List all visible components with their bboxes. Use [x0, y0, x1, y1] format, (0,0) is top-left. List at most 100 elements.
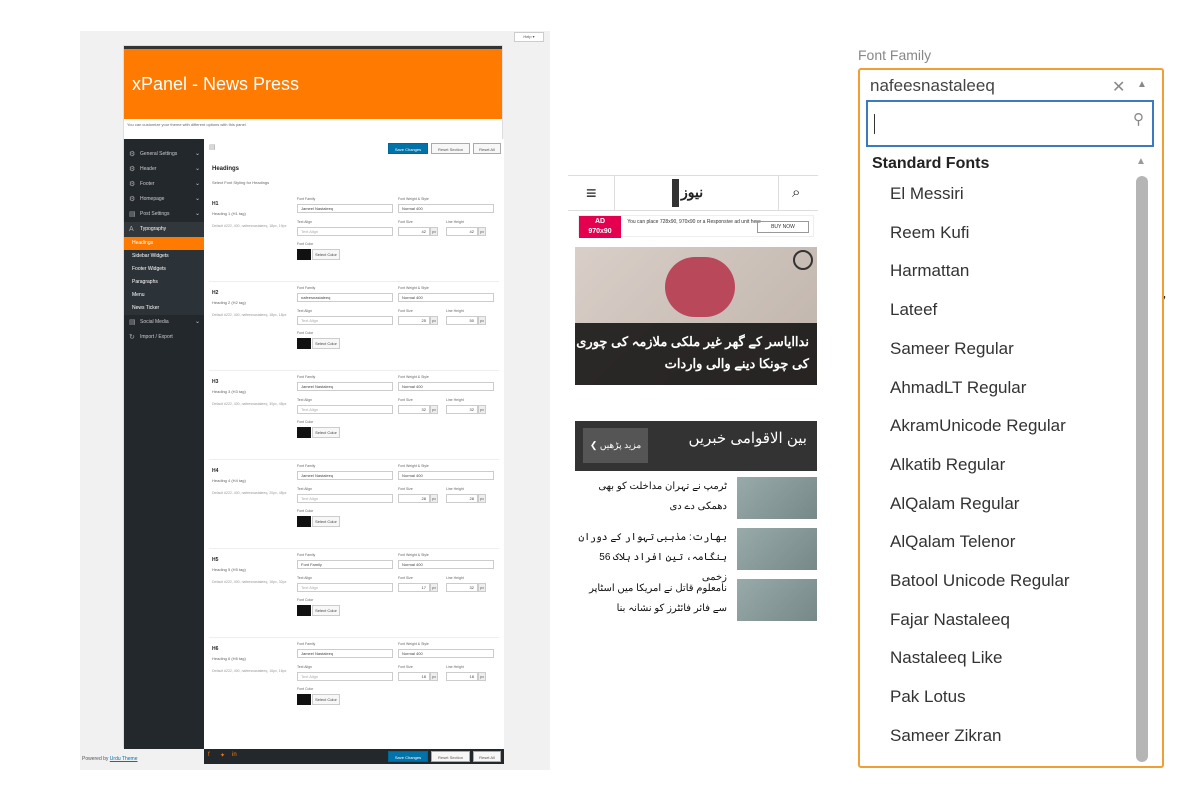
select-color-button[interactable]: Select Color [312, 249, 340, 260]
sidebar-subitem[interactable]: Paragraphs [124, 276, 204, 289]
sidebar-item[interactable]: ▤ Social Media ⌄ [124, 315, 204, 330]
site-logo[interactable]: نیوز [672, 179, 708, 207]
font-size-input[interactable]: 18 [398, 672, 430, 681]
line-height-input[interactable]: 42 [446, 227, 478, 236]
font-option[interactable]: AhmadLT Regular [890, 378, 1026, 398]
sidebar-subitem[interactable]: Headings [124, 237, 204, 250]
font-size-input[interactable]: 32 [398, 405, 430, 414]
scrollbar-thumb[interactable] [1136, 176, 1148, 762]
font-family-select[interactable]: Font Family [297, 560, 393, 569]
color-swatch[interactable] [297, 427, 311, 438]
footer-reset-section-button[interactable]: Reset Section [431, 751, 470, 762]
font-family-select[interactable]: nafeesnastaleeq ✕ ▲ ⚲ Standard Fonts El … [858, 68, 1164, 768]
news-item[interactable]: نامعلوم قاتل نے امریکا میں اسٹاپر سے فائ… [575, 579, 817, 621]
color-swatch[interactable] [297, 516, 311, 527]
font-family-select[interactable]: nafeesnastaleeq [297, 293, 393, 302]
select-color-button[interactable]: Select Color [312, 605, 340, 616]
line-height-input[interactable]: 18 [446, 672, 478, 681]
featured-story[interactable]: نداایاسر کے گھر غیر ملکی ملازمہ کی چوری … [575, 247, 817, 385]
font-weight-select[interactable]: Normal 400 [398, 560, 494, 569]
sidebar-item[interactable]: ⚙ Footer ⌄ [124, 177, 204, 192]
font-family-select[interactable]: Jameel Nastaleeq [297, 649, 393, 658]
font-size-input[interactable]: 28 [398, 494, 430, 503]
font-option[interactable]: Sameer Zikran [890, 726, 1001, 746]
clear-icon[interactable]: ✕ [1112, 77, 1125, 97]
sidebar-subitem[interactable]: News Ticker [124, 302, 204, 315]
font-weight-select[interactable]: Normal 400 [398, 649, 494, 658]
font-option[interactable]: AlQalam Regular [890, 494, 1019, 514]
font-option[interactable]: Reem Kufi [890, 223, 969, 243]
select-color-button[interactable]: Select Color [312, 427, 340, 438]
sidebar-item[interactable]: ⚙ General Settings ⌄ [124, 147, 204, 162]
font-option[interactable]: Sameer Regular [890, 339, 1014, 359]
more-button[interactable]: ❮ مزید پڑھیں [583, 428, 648, 463]
search-input[interactable]: ⚲ [866, 100, 1154, 147]
font-family-select[interactable]: Jameel Nastaleeq [297, 382, 393, 391]
line-height-input[interactable]: 32 [446, 583, 478, 592]
font-option[interactable]: Batool Unicode Regular [890, 571, 1070, 591]
scroll-up-arrow-icon[interactable]: ▲ [1136, 156, 1146, 167]
font-size-input[interactable]: 17 [398, 583, 430, 592]
color-swatch[interactable] [297, 249, 311, 260]
collapse-arrow-icon[interactable]: ▲ [1137, 79, 1147, 90]
font-size-input[interactable]: 25 [398, 316, 430, 325]
line-height-input[interactable]: 50 [446, 316, 478, 325]
facebook-icon[interactable]: f [208, 752, 210, 758]
news-item[interactable]: بھارت: مذہبی تہوار کے دوران ہنگامہ، تین … [575, 528, 817, 583]
scrollbar[interactable]: ▲ [1136, 156, 1148, 764]
font-family-select[interactable]: Jameel Nastaleeq [297, 204, 393, 213]
font-weight-select[interactable]: Normal 400 [398, 471, 494, 480]
font-option[interactable]: El Messiri [890, 184, 964, 204]
text-align-select[interactable]: Text Align [297, 583, 393, 592]
footer-save-changes-button[interactable]: Save Changes [388, 751, 428, 762]
text-align-select[interactable]: Text Align [297, 316, 393, 325]
news-item[interactable]: ٹرمپ نے تہران مداخلت کو بھی دھمکی دے دی [575, 477, 817, 519]
hamburger-menu-icon[interactable]: ≡ [586, 183, 597, 204]
font-size-input[interactable]: 42 [398, 227, 430, 236]
font-option[interactable]: Harmattan [890, 261, 969, 281]
sidebar-item[interactable]: ⚙ Homepage ⌄ [124, 192, 204, 207]
font-option[interactable]: Fajar Nastaleeq [890, 610, 1010, 630]
font-option[interactable]: Nastaleeq Like [890, 648, 1002, 668]
options-list[interactable]: Standard Fonts El Messiri Reem Kufi Harmat… [860, 152, 1160, 764]
font-option[interactable]: Alkatib Regular [890, 455, 1005, 475]
select-color-button[interactable]: Select Color [312, 694, 340, 705]
sidebar-item[interactable]: A Typography [124, 222, 204, 237]
sidebar-item[interactable]: ⚙ Header ⌄ [124, 162, 204, 177]
font-weight-select[interactable]: Normal 400 [398, 382, 494, 391]
sidebar-subitem[interactable]: Menu [124, 289, 204, 302]
list-icon[interactable]: ▤ [209, 143, 216, 151]
sidebar-item[interactable]: ↻ Import / Export [124, 330, 204, 345]
font-weight-select[interactable]: Normal 400 [398, 204, 494, 213]
select-color-button[interactable]: Select Color [312, 516, 340, 527]
text-align-select[interactable]: Text Align [297, 494, 393, 503]
font-family-select[interactable]: Jameel Nastaleeq [297, 471, 393, 480]
text-align-select[interactable]: Text Align [297, 672, 393, 681]
search-icon[interactable]: ⌕ [792, 184, 800, 201]
footer-reset-all-button[interactable]: Reset All [473, 751, 501, 762]
buy-now-button[interactable]: BUY NOW [757, 221, 809, 233]
text-align-select[interactable]: Text Align [297, 405, 393, 414]
font-option[interactable]: AkramUnicode Regular [890, 416, 1066, 436]
sidebar-item[interactable]: ▤ Post Settings ⌄ [124, 207, 204, 222]
color-swatch[interactable] [297, 338, 311, 349]
line-height-input[interactable]: 32 [446, 405, 478, 414]
sidebar-subitem[interactable]: Sidebar Widgets [124, 250, 204, 263]
font-option[interactable]: AlQalam Telenor [890, 532, 1015, 552]
font-weight-select[interactable]: Normal 400 [398, 293, 494, 302]
text-align-select[interactable]: Text Align [297, 227, 393, 236]
help-button[interactable]: Help ▾ [514, 32, 544, 42]
linkedin-icon[interactable]: in [232, 752, 237, 758]
color-swatch[interactable] [297, 694, 311, 705]
reset-section-button[interactable]: Reset Section [431, 143, 470, 154]
font-option[interactable]: Lateef [890, 300, 937, 320]
twitter-icon[interactable]: ✦ [220, 752, 225, 759]
ad-banner[interactable]: AD 970x90 You can place 728x90, 970x90 or… [578, 215, 814, 238]
color-swatch[interactable] [297, 605, 311, 616]
powered-link[interactable]: Urdu Theme [110, 756, 138, 762]
sidebar-subitem[interactable]: Footer Widgets [124, 263, 204, 276]
select-color-button[interactable]: Select Color [312, 338, 340, 349]
font-option[interactable]: Pak Lotus [890, 687, 966, 707]
save-changes-button[interactable]: Save Changes [388, 143, 428, 154]
reset-all-button[interactable]: Reset All [473, 143, 501, 154]
